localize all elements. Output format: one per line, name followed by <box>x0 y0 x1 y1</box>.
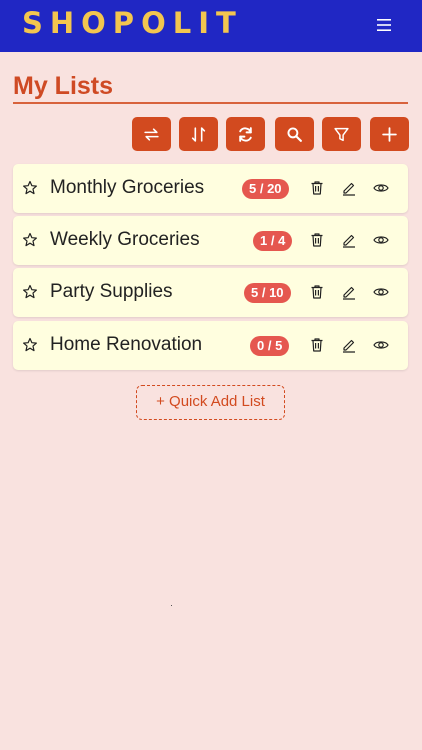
list-name: Weekly Groceries <box>50 229 200 250</box>
add-list-button[interactable] <box>370 117 409 151</box>
progress-badge: 5 / 10 <box>244 283 291 303</box>
view-icon[interactable] <box>373 232 389 248</box>
title-divider <box>13 102 408 104</box>
refresh-button[interactable] <box>226 117 265 151</box>
trash-icon[interactable] <box>309 284 325 300</box>
trash-icon[interactable] <box>309 232 325 248</box>
edit-icon[interactable] <box>341 180 357 196</box>
star-icon[interactable] <box>22 232 38 248</box>
view-icon[interactable] <box>373 284 389 300</box>
hamburger-icon[interactable] <box>376 14 392 36</box>
edit-icon[interactable] <box>341 284 357 300</box>
toolbar <box>132 117 409 151</box>
brand-logo: SHOPOLIT <box>22 6 243 40</box>
sort-button[interactable] <box>179 117 218 151</box>
search-button[interactable] <box>275 117 314 151</box>
swap-icon <box>144 127 159 141</box>
progress-badge: 5 / 20 <box>242 179 289 199</box>
quick-add-list-button[interactable]: + Quick Add List <box>136 385 285 420</box>
trash-icon[interactable] <box>309 337 325 353</box>
progress-badge: 1 / 4 <box>253 231 293 251</box>
list-name: Home Renovation <box>50 334 203 355</box>
plus-icon <box>382 126 397 142</box>
refresh-icon <box>239 126 252 142</box>
page-title: My Lists <box>13 72 114 100</box>
view-icon[interactable] <box>373 337 389 353</box>
filter-icon <box>334 127 349 141</box>
star-icon[interactable] <box>22 284 38 300</box>
search-icon <box>287 126 302 142</box>
list-card[interactable]: Monthly Groceries 5 / 20 <box>13 164 408 213</box>
view-icon[interactable] <box>373 180 389 196</box>
edit-icon[interactable] <box>341 232 357 248</box>
star-icon[interactable] <box>22 180 38 196</box>
list-name: Party Supplies <box>50 281 173 302</box>
sort-icon <box>191 126 206 142</box>
filter-button[interactable] <box>322 117 361 151</box>
star-icon[interactable] <box>22 337 38 353</box>
list-card[interactable]: Party Supplies 5 / 10 <box>13 268 408 317</box>
swap-button[interactable] <box>132 117 171 151</box>
progress-badge: 0 / 5 <box>250 336 290 356</box>
list-card[interactable]: Home Renovation 0 / 5 <box>13 321 408 370</box>
edit-icon[interactable] <box>341 337 357 353</box>
trash-icon[interactable] <box>309 180 325 196</box>
stray-dot <box>171 605 172 606</box>
list-card[interactable]: Weekly Groceries 1 / 4 <box>13 216 408 265</box>
top-bar: SHOPOLIT <box>0 0 422 52</box>
list-name: Monthly Groceries <box>50 177 205 198</box>
